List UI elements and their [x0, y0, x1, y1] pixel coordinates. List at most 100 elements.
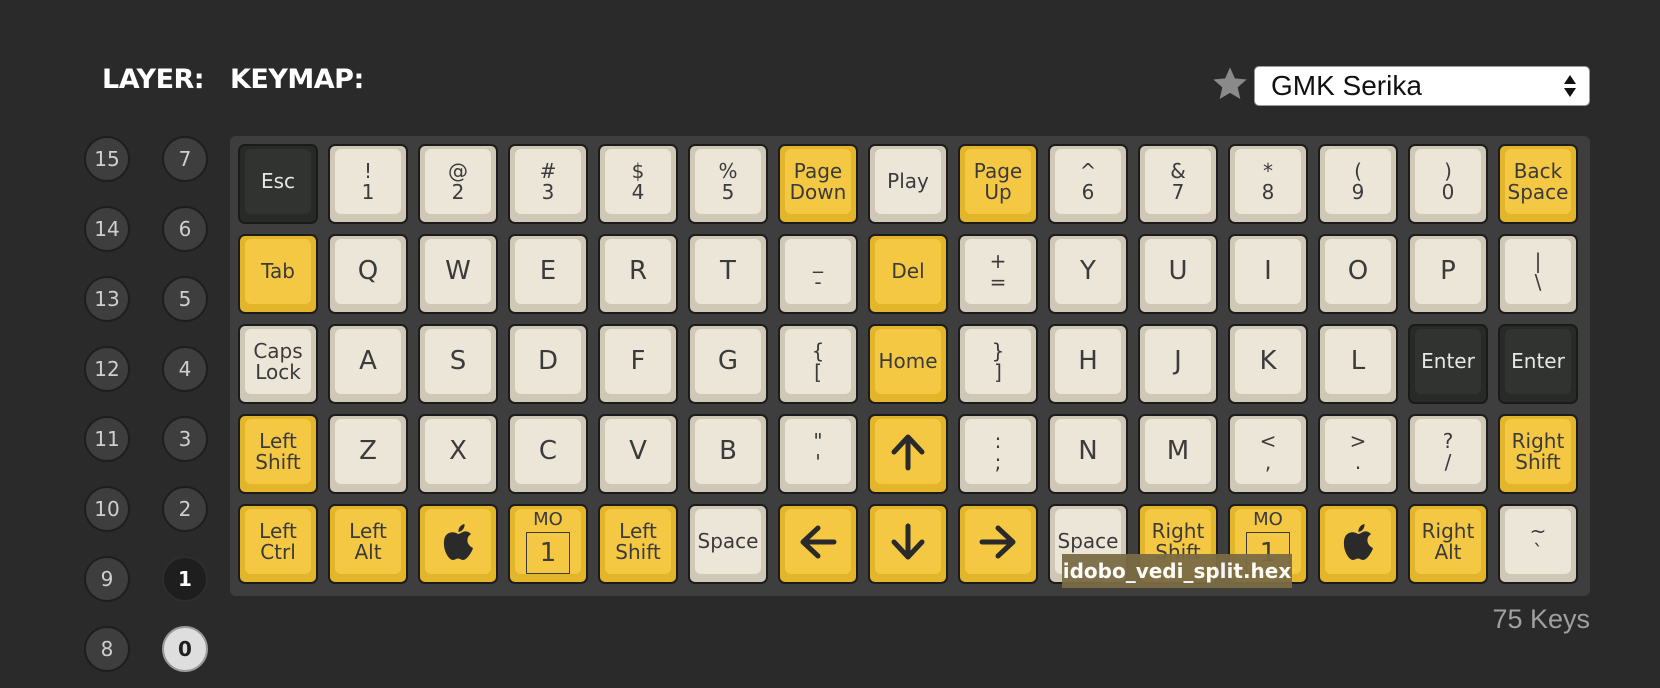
layer-button-0[interactable]: 0 — [162, 626, 208, 672]
key-x[interactable]: X — [418, 414, 498, 494]
keycap-legend: Play — [875, 149, 941, 214]
key-l[interactable]: L — [1318, 324, 1398, 404]
key-v[interactable]: V — [598, 414, 678, 494]
key-esc[interactable]: Esc — [238, 144, 318, 224]
select-arrows-icon — [1564, 75, 1576, 97]
key-r2c8[interactable]: } ] — [958, 324, 1038, 404]
key-w[interactable]: W — [418, 234, 498, 314]
key-u[interactable]: U — [1138, 234, 1218, 314]
layer-button-4[interactable]: 4 — [162, 346, 208, 392]
key-2[interactable]: @ 2 — [418, 144, 498, 224]
key-1[interactable]: ! 1 — [328, 144, 408, 224]
key-r1c8[interactable]: + = — [958, 234, 1038, 314]
key-r3c13[interactable]: ? / — [1408, 414, 1488, 494]
key-7[interactable]: & 7 — [1138, 144, 1218, 224]
layer-button-15[interactable]: 15 — [84, 136, 130, 182]
key-enter[interactable]: Enter — [1408, 324, 1488, 404]
key-5[interactable]: % 5 — [688, 144, 768, 224]
key-arrow-right[interactable] — [958, 504, 1038, 584]
keycap-legend: X — [425, 419, 491, 484]
key-z[interactable]: Z — [328, 414, 408, 494]
key-q[interactable]: Q — [328, 234, 408, 314]
key-caps-lock[interactable]: Caps Lock — [238, 324, 318, 404]
key-page-down[interactable]: Page Down — [778, 144, 858, 224]
key-tab[interactable]: Tab — [238, 234, 318, 314]
key-s[interactable]: S — [418, 324, 498, 404]
key-y[interactable]: Y — [1048, 234, 1128, 314]
keycap-legend: G — [695, 329, 761, 394]
theme-select[interactable]: GMK Serika — [1254, 66, 1590, 106]
key-mo[interactable]: MO 1 — [508, 504, 588, 584]
keycap-legend: K — [1235, 329, 1301, 394]
key-arrow-up[interactable] — [868, 414, 948, 494]
layer-button-9[interactable]: 9 — [84, 556, 130, 602]
layer-button-7[interactable]: 7 — [162, 136, 208, 182]
key-g[interactable]: G — [688, 324, 768, 404]
keycap-legend — [965, 509, 1031, 574]
layer-button-14[interactable]: 14 — [84, 206, 130, 252]
key-b[interactable]: B — [688, 414, 768, 494]
key-d[interactable]: D — [508, 324, 588, 404]
key-r1c6[interactable]: _ - — [778, 234, 858, 314]
keycap-legend: Home — [875, 329, 941, 394]
key-right-shift[interactable]: Right Shift — [1498, 414, 1578, 494]
key-e[interactable]: E — [508, 234, 588, 314]
key-r3c11[interactable]: < , — [1228, 414, 1308, 494]
key-9[interactable]: ( 9 — [1318, 144, 1398, 224]
key-r3c6[interactable]: " ' — [778, 414, 858, 494]
key-enter[interactable]: Enter — [1498, 324, 1578, 404]
key-f[interactable]: F — [598, 324, 678, 404]
star-icon[interactable] — [1210, 64, 1250, 104]
key-page-up[interactable]: Page Up — [958, 144, 1038, 224]
layer-button-1[interactable]: 1 — [162, 556, 208, 602]
key-r3c8[interactable]: : ; — [958, 414, 1038, 494]
key-k[interactable]: K — [1228, 324, 1308, 404]
key-r1c14[interactable]: | \ — [1498, 234, 1578, 314]
key-back-space[interactable]: Back Space — [1498, 144, 1578, 224]
keycap-legend: U — [1145, 239, 1211, 304]
key-0[interactable]: ) 0 — [1408, 144, 1488, 224]
key-left-shift[interactable]: Left Shift — [598, 504, 678, 584]
mo-label: MO — [533, 509, 563, 530]
key-p[interactable]: P — [1408, 234, 1488, 314]
layer-button-10[interactable]: 10 — [84, 486, 130, 532]
key-r2c6[interactable]: { [ — [778, 324, 858, 404]
key-t[interactable]: T — [688, 234, 768, 314]
layer-button-5[interactable]: 5 — [162, 276, 208, 322]
key-6[interactable]: ^ 6 — [1048, 144, 1128, 224]
key-arrow-down[interactable] — [868, 504, 948, 584]
key-right-alt[interactable]: Right Alt — [1408, 504, 1488, 584]
layer-button-13[interactable]: 13 — [84, 276, 130, 322]
key-h[interactable]: H — [1048, 324, 1128, 404]
key-left-shift[interactable]: Left Shift — [238, 414, 318, 494]
key-del[interactable]: Del — [868, 234, 948, 314]
key-space[interactable]: Space — [688, 504, 768, 584]
key-4[interactable]: $ 4 — [598, 144, 678, 224]
key-count: 75 Keys — [1492, 604, 1590, 634]
layer-button-8[interactable]: 8 — [84, 626, 130, 672]
key-r3c12[interactable]: > . — [1318, 414, 1398, 494]
key-apple[interactable] — [1318, 504, 1398, 584]
key-arrow-left[interactable] — [778, 504, 858, 584]
key-r4c14[interactable]: ~ ` — [1498, 504, 1578, 584]
key-n[interactable]: N — [1048, 414, 1128, 494]
key-i[interactable]: I — [1228, 234, 1308, 314]
key-8[interactable]: * 8 — [1228, 144, 1308, 224]
key-apple[interactable] — [418, 504, 498, 584]
key-home[interactable]: Home — [868, 324, 948, 404]
key-c[interactable]: C — [508, 414, 588, 494]
key-3[interactable]: # 3 — [508, 144, 588, 224]
layer-button-3[interactable]: 3 — [162, 416, 208, 462]
key-left-alt[interactable]: Left Alt — [328, 504, 408, 584]
layer-button-6[interactable]: 6 — [162, 206, 208, 252]
layer-button-11[interactable]: 11 — [84, 416, 130, 462]
key-a[interactable]: A — [328, 324, 408, 404]
layer-button-12[interactable]: 12 — [84, 346, 130, 392]
key-r[interactable]: R — [598, 234, 678, 314]
key-m[interactable]: M — [1138, 414, 1218, 494]
key-j[interactable]: J — [1138, 324, 1218, 404]
key-o[interactable]: O — [1318, 234, 1398, 314]
key-play[interactable]: Play — [868, 144, 948, 224]
key-left-ctrl[interactable]: Left Ctrl — [238, 504, 318, 584]
layer-button-2[interactable]: 2 — [162, 486, 208, 532]
